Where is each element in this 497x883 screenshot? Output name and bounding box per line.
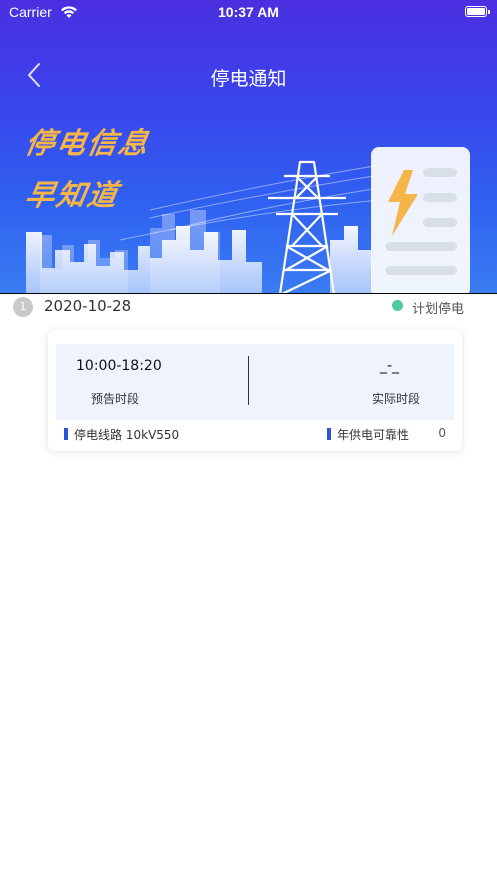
forecast-time-label: 预告时段 [91, 392, 140, 406]
outage-notice-screen: Carrier 10:37 AM 停电通知 停电信息 早知道 1 2020-10… [0, 0, 497, 883]
actual-time-label: 实际时段 [372, 392, 421, 406]
status-dot [392, 300, 403, 311]
reliability-label: 年供电可靠性 [337, 428, 410, 442]
blue-marker [64, 428, 68, 440]
blue-marker [327, 428, 331, 440]
outage-card[interactable]: 10:00-18:20 预告时段 _-_ 实际时段 停电线路 10kV550 年… [48, 330, 462, 451]
outage-line-info: 停电线路 10kV550 [64, 426, 179, 443]
time-panel-divider [248, 356, 249, 405]
battery-icon [465, 6, 487, 17]
hero-banner: Carrier 10:37 AM 停电通知 停电信息 早知道 [0, 0, 497, 294]
page-title: 停电通知 [210, 68, 287, 90]
index-badge: 1 [13, 297, 33, 317]
clock: 10:37 AM [218, 4, 279, 20]
outage-line-value: 10kV550 [125, 428, 180, 442]
notice-date: 2020-10-28 [44, 297, 132, 315]
notice-date-row: 1 2020-10-28 计划停电 [0, 294, 497, 318]
slogan-line-1: 停电信息 [22, 126, 153, 160]
outage-line-label: 停电线路 [74, 428, 123, 442]
card-info-row: 停电线路 10kV550 年供电可靠性 0 [64, 426, 446, 444]
status-bar: Carrier 10:37 AM [0, 0, 497, 26]
time-panel: 10:00-18:20 预告时段 _-_ 实际时段 [56, 344, 454, 420]
reliability-info: 年供电可靠性 [327, 426, 409, 443]
actual-time-value: _-_ [380, 358, 400, 374]
battery-tip [488, 10, 490, 14]
outage-type-label: 计划停电 [412, 302, 465, 317]
reliability-value: 0 [438, 426, 446, 440]
forecast-time-value: 10:00-18:20 [76, 358, 162, 374]
slogan-line-2: 早知道 [22, 178, 122, 212]
